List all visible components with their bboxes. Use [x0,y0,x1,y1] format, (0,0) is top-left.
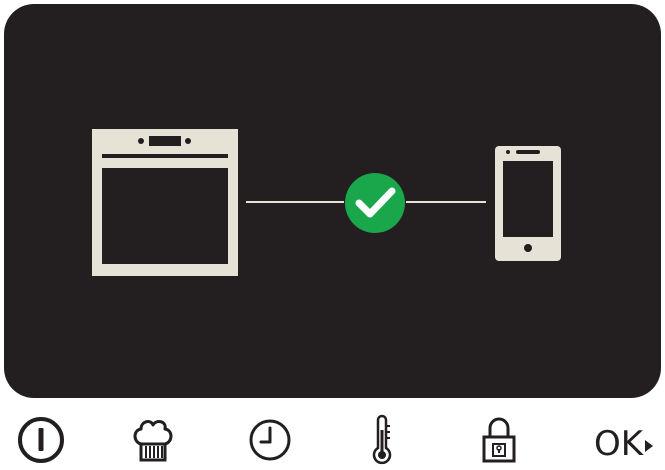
ok-button[interactable]: OK [594,424,654,464]
smartphone-icon [495,146,561,261]
temperature-button[interactable] [354,412,410,468]
ok-label: OK [594,424,644,464]
connection-line-right [406,201,486,203]
clock-icon [249,419,291,461]
lock-button[interactable] [471,412,527,468]
display-screen [4,4,661,398]
power-button[interactable] [13,412,69,468]
connection-line-left [246,201,344,203]
power-icon [18,417,64,463]
arrow-right-icon [645,440,654,452]
oven-icon [92,129,238,276]
chef-button[interactable] [124,412,180,468]
control-bar: OK [0,398,665,470]
chef-hat-icon [133,420,173,462]
thermometer-icon [372,414,392,465]
timer-button[interactable] [242,412,298,468]
lock-icon [482,417,516,463]
check-circle-icon [345,173,405,233]
connection-illustration [92,129,561,276]
